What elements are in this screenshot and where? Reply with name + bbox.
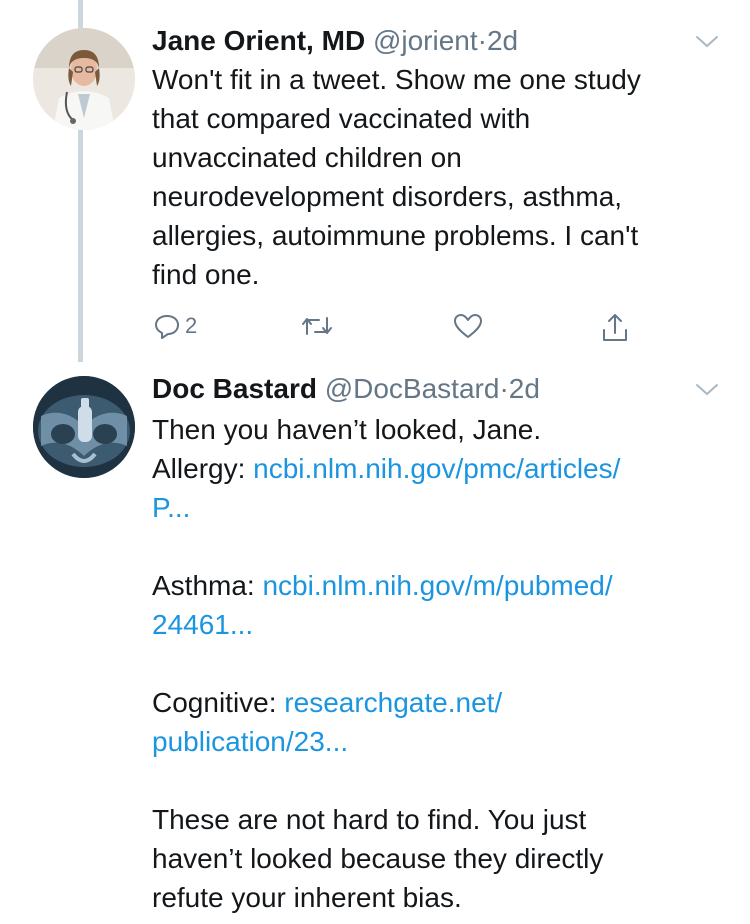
timestamp[interactable]: 2d: [487, 25, 518, 56]
reply-icon: [155, 315, 179, 339]
tweet-text-line: that compared vaccinated with: [152, 103, 531, 134]
tweet-text-line: find one.: [152, 259, 260, 290]
tweet-text-line: unvaccinated children on: [152, 142, 462, 173]
doctor-photo-avatar-icon: [33, 28, 135, 130]
allergy-label: Allergy:: [152, 453, 246, 484]
display-name[interactable]: Jane Orient, MD: [152, 25, 365, 56]
tweet-text-line: allergies, autoimmune problems. I can't: [152, 220, 639, 251]
user-handle[interactable]: @DocBastard: [325, 373, 500, 404]
share-icon: [603, 314, 627, 341]
tweet-text-line: neurodevelopment disorders, asthma,: [152, 181, 623, 212]
reply-button[interactable]: 2: [153, 312, 197, 340]
like-button[interactable]: [452, 312, 484, 340]
tweet-text-line: Then you haven’t looked, Jane.: [152, 414, 542, 445]
tweet-jane-orient[interactable]: Jane Orient, MD @jorient·2d Won't fit in…: [0, 0, 750, 362]
timestamp[interactable]: 2d: [509, 373, 540, 404]
display-name[interactable]: Doc Bastard: [152, 373, 317, 404]
retweet-button[interactable]: [299, 312, 335, 340]
cognitive-link-continued[interactable]: publication/23...: [152, 722, 727, 761]
asthma-link-continued[interactable]: 24461...: [152, 605, 727, 644]
tweet-doc-bastard[interactable]: Doc Bastard @DocBastard·2d Then you have…: [0, 362, 750, 924]
allergy-link[interactable]: ncbi.nlm.nih.gov/pmc/articles/: [253, 453, 620, 484]
cognitive-label: Cognitive:: [152, 687, 277, 718]
tweet-text: Then you haven’t looked, Jane. Allergy: …: [152, 410, 727, 917]
chevron-down-icon[interactable]: [694, 380, 720, 398]
avatar[interactable]: [33, 376, 135, 478]
tweet-text-line: Allergy: ncbi.nlm.nih.gov/pmc/articles/: [152, 449, 727, 488]
tweet-text-line: refute your inherent bias.: [152, 882, 462, 913]
separator-dot: ·: [499, 373, 509, 404]
xray-avatar-icon: [33, 376, 135, 478]
tweet-text-line: Cognitive: researchgate.net/: [152, 683, 727, 722]
cognitive-link[interactable]: researchgate.net/: [284, 687, 502, 718]
user-handle[interactable]: @jorient: [373, 25, 478, 56]
separator-dot: ·: [477, 25, 487, 56]
asthma-label: Asthma:: [152, 570, 255, 601]
tweet-text-line: These are not hard to find. You just: [152, 804, 587, 835]
tweet-actions: 2: [0, 312, 750, 352]
tweet-text-line: haven’t looked because they directly: [152, 843, 604, 874]
retweet-icon: [302, 317, 332, 335]
avatar[interactable]: [33, 28, 135, 130]
tweet-text-line: Asthma: ncbi.nlm.nih.gov/m/pubmed/: [152, 566, 727, 605]
tweet-text-line: Won't fit in a tweet. Show me one study: [152, 64, 641, 95]
allergy-link-continued[interactable]: P...: [152, 488, 727, 527]
reply-count: 2: [185, 313, 198, 338]
tweet-text: Won't fit in a tweet. Show me one study …: [152, 60, 727, 294]
tweet-header: Jane Orient, MD @jorient·2d: [152, 24, 518, 58]
tweet-header: Doc Bastard @DocBastard·2d: [152, 372, 540, 406]
asthma-link[interactable]: ncbi.nlm.nih.gov/m/pubmed/: [262, 570, 612, 601]
chevron-down-icon[interactable]: [694, 32, 720, 50]
share-button[interactable]: [600, 312, 630, 344]
heart-icon: [454, 314, 482, 338]
